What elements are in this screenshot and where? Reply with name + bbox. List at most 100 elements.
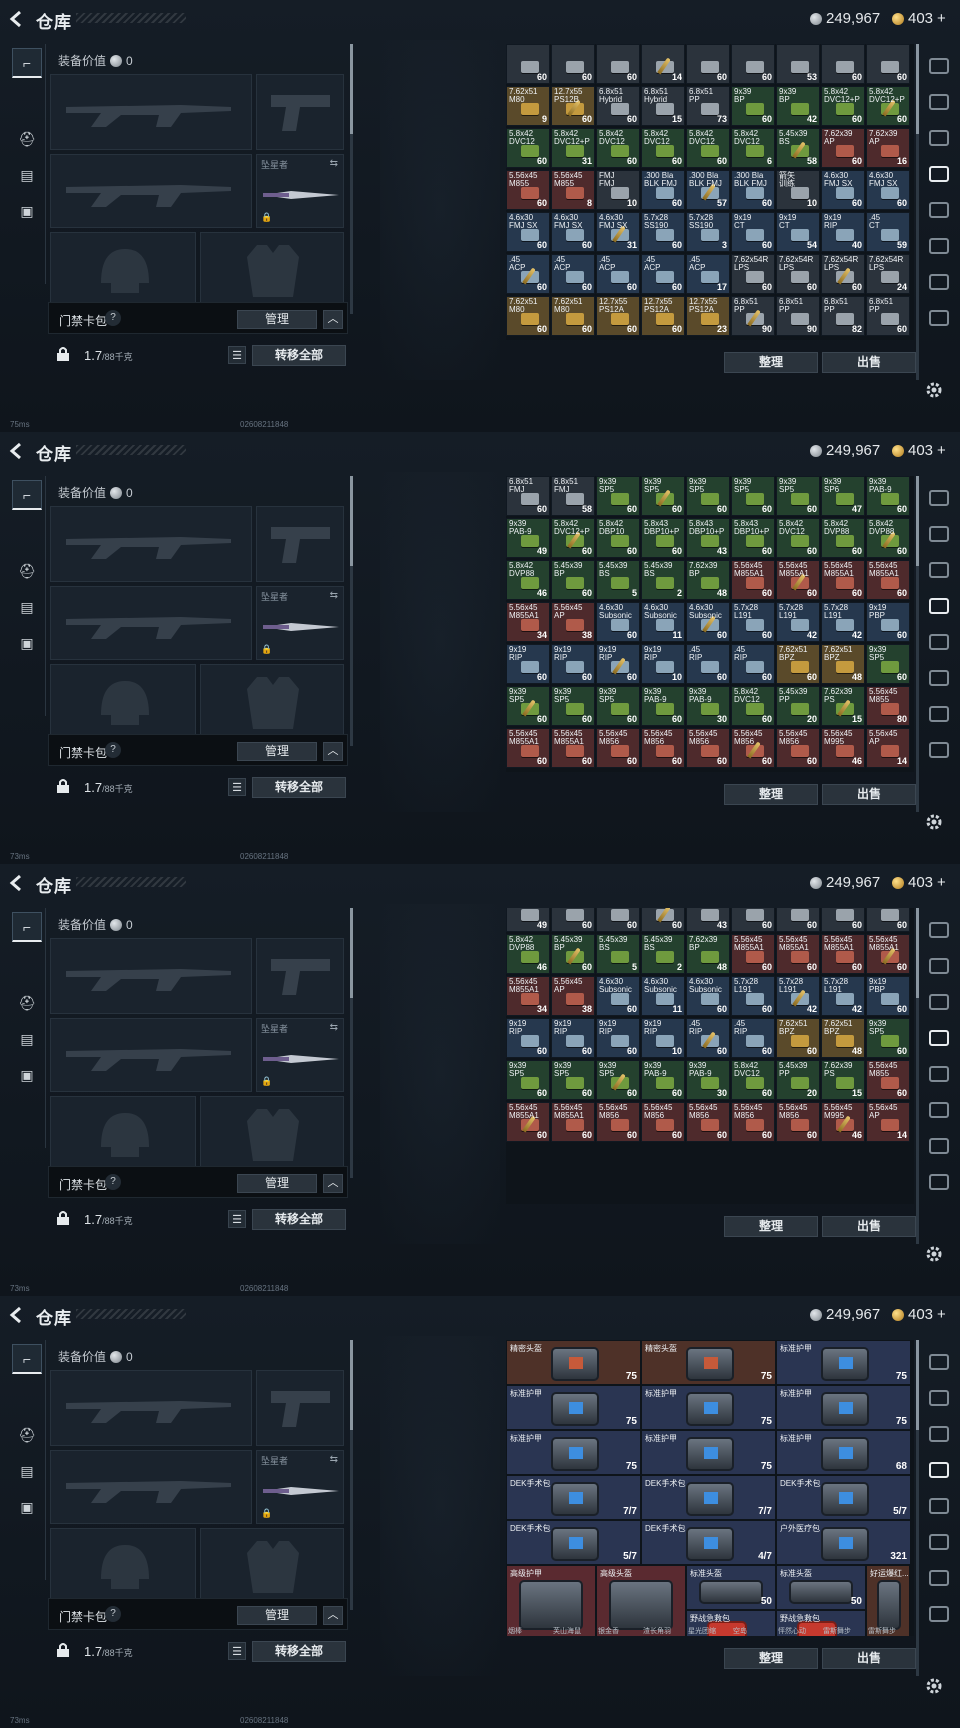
storage-scrollbar[interactable] <box>916 476 919 812</box>
ammo-item[interactable]: 5.7x28 SS190 60 <box>641 212 685 252</box>
ammo-item[interactable]: 5.45x39 BP 60 <box>551 934 595 974</box>
ammo-item[interactable]: 5.56x45 M855A1 60 <box>551 728 595 768</box>
add-gold-icon[interactable]: + <box>937 442 946 459</box>
ammo-item[interactable]: 5.56x45 M856 60 <box>776 1102 820 1142</box>
armor-slot[interactable] <box>200 664 344 738</box>
storage-3-icon[interactable] <box>924 1456 954 1484</box>
scrollbar-thumb[interactable] <box>350 44 353 134</box>
ammo-item[interactable]: 5.8x42 DVC12 60 <box>686 128 730 168</box>
ammo-item[interactable]: 5.56x45 M856 60 <box>596 728 640 768</box>
gear-item[interactable]: 精密头盔 75 <box>506 1340 641 1385</box>
ammo-item[interactable]: 5.8x42 DVP88 60 <box>821 518 865 558</box>
ammo-item[interactable]: 5.7x28 L191 60 <box>731 976 775 1016</box>
ammo-item[interactable]: 5.8x42 DVC12+P 60 <box>866 86 910 126</box>
gear-item[interactable]: 户外医疗包 321 <box>776 1520 911 1565</box>
primary-weapon-slot[interactable] <box>50 938 252 1014</box>
gear-item-large[interactable]: 标准头盔 50 <box>686 1565 776 1610</box>
ammo-item[interactable]: 4.6x30 Subsonic 11 <box>641 602 685 642</box>
ammo-item[interactable]: 5.45x39 PP 20 <box>776 1060 820 1100</box>
ammo-item[interactable]: 9x39 SP5 60 <box>596 686 640 726</box>
transfer-all-button[interactable]: 转移全部 <box>252 1641 346 1662</box>
ammo-item[interactable]: 9x39 PAB-9 30 <box>686 686 730 726</box>
add-gold-icon[interactable]: + <box>937 10 946 27</box>
sell-button[interactable]: 出售 <box>822 1648 916 1669</box>
ammo-item[interactable]: 5.45x39 PP 20 <box>776 686 820 726</box>
gear-item[interactable]: DEK手术包 7/7 <box>506 1475 641 1520</box>
ammo-item[interactable]: .300 Bla BLK FMJ 57 <box>686 170 730 210</box>
storage-6-icon[interactable] <box>924 1132 954 1160</box>
ammo-item[interactable]: 60 <box>686 44 730 84</box>
ammo-item[interactable]: 5.56x45 M856 60 <box>686 1102 730 1142</box>
sort-button[interactable]: 整理 <box>724 352 818 373</box>
storage-5-icon[interactable] <box>924 664 954 692</box>
scrollbar-thumb[interactable] <box>916 476 919 566</box>
ammo-item[interactable]: 9x39 BP 42 <box>776 86 820 126</box>
ammo-item[interactable]: 9x39 SP5 60 <box>866 1018 910 1058</box>
ammo-item[interactable]: 5.45x39 BS 5 <box>596 560 640 600</box>
gear-item[interactable]: 精密头盔 75 <box>641 1340 776 1385</box>
ammo-item[interactable]: 5.8x42 DVC12 60 <box>506 128 550 168</box>
melee-slot[interactable]: 坠星者 ⇆ 🔒 <box>256 586 344 660</box>
ammo-item[interactable]: 5.56x45 M855 8 <box>551 170 595 210</box>
storage-7-icon[interactable] <box>924 736 954 764</box>
storage-6-icon[interactable] <box>924 1564 954 1592</box>
settings-gear-icon[interactable] <box>924 380 944 400</box>
ammo-item[interactable]: 5.7x28 L191 42 <box>821 976 865 1016</box>
storage-1-icon[interactable] <box>924 88 954 116</box>
equipment-scrollbar[interactable] <box>350 908 353 1178</box>
ammo-item[interactable]: 60 <box>866 44 910 84</box>
ammo-item[interactable]: 7.62x51 BPZ 48 <box>821 644 865 684</box>
scrollbar-thumb[interactable] <box>916 908 919 998</box>
storage-3-icon[interactable] <box>924 592 954 620</box>
storage-7-icon[interactable] <box>924 304 954 332</box>
ammo-item[interactable]: 60 <box>506 44 550 84</box>
gear-item[interactable]: 标准护甲 75 <box>641 1430 776 1475</box>
gear-item-large[interactable]: 标准头盔 50 <box>776 1565 866 1610</box>
help-icon[interactable]: ? <box>105 742 121 758</box>
ammo-item[interactable]: 5.56x45 M855A1 60 <box>731 560 775 600</box>
swap-icon[interactable]: ⇆ <box>330 1454 338 1465</box>
add-gold-icon[interactable]: + <box>937 1306 946 1323</box>
armor-slot[interactable] <box>200 1528 344 1602</box>
secondary-weapon-slot[interactable] <box>50 1450 252 1524</box>
storage-2-icon[interactable] <box>924 1420 954 1448</box>
help-icon[interactable]: ? <box>105 1606 121 1622</box>
gold-currency[interactable]: 403 + <box>892 442 946 459</box>
clipboard-icon[interactable]: ▤ <box>12 160 42 190</box>
ammo-item[interactable]: 5.56x45 M855A1 60 <box>506 1102 550 1142</box>
ammo-item[interactable]: 5.8x43 DBP10+P 60 <box>641 518 685 558</box>
settings-gear-icon[interactable] <box>924 1244 944 1264</box>
ammo-item[interactable]: 4.6x30 FMJ SX 31 <box>596 212 640 252</box>
ammo-item[interactable]: 5.45x39 BP 60 <box>551 560 595 600</box>
back-arrow-icon[interactable] <box>8 442 28 460</box>
ammo-item[interactable]: 9x39 BP 60 <box>731 86 775 126</box>
archway-icon[interactable] <box>924 52 954 80</box>
ammo-item[interactable]: 9x39 SP5 60 <box>596 476 640 516</box>
ammo-item[interactable]: 7.62x51 M80 60 <box>506 296 550 336</box>
armor-slot[interactable] <box>200 232 344 306</box>
gear-item[interactable]: 标准护甲 75 <box>506 1385 641 1430</box>
briefcase-icon[interactable]: ▣ <box>12 628 42 658</box>
ammo-item[interactable]: DBP1060 <box>596 908 640 932</box>
ammo-item[interactable]: 6.8x51 PP 60 <box>866 296 910 336</box>
ammo-item[interactable]: .45 RIP 60 <box>686 1018 730 1058</box>
gear-item[interactable]: 标准护甲 75 <box>641 1385 776 1430</box>
ammo-item[interactable]: 12.7x55 PS12B 60 <box>551 86 595 126</box>
ammo-item[interactable]: DVC12+P60 <box>551 908 595 932</box>
sort-button[interactable]: 整理 <box>724 1648 818 1669</box>
ammo-item[interactable]: 9x39 PAB-9 60 <box>866 476 910 516</box>
ammo-item[interactable]: 9x39 SP6 47 <box>821 476 865 516</box>
storage-2-icon[interactable] <box>924 988 954 1016</box>
ammo-item[interactable]: 4.6x30 Subsonic 60 <box>596 602 640 642</box>
clipboard-icon[interactable]: ▤ <box>12 1456 42 1486</box>
ammo-item[interactable]: 9x39 PAB-9 60 <box>641 686 685 726</box>
ammo-item[interactable]: 5.45x39 BS 5 <box>596 934 640 974</box>
helmet-slot[interactable] <box>50 1528 196 1602</box>
ammo-item[interactable]: 9x39 SP5 60 <box>506 686 550 726</box>
storage-5-icon[interactable] <box>924 1528 954 1556</box>
storage-scrollbar[interactable] <box>916 1340 919 1676</box>
ammo-item[interactable]: 7.62x54R LPS 60 <box>776 254 820 294</box>
helmet-slot[interactable] <box>50 664 196 738</box>
briefcase-icon[interactable]: ▣ <box>12 1060 42 1090</box>
ammo-item[interactable]: 14 <box>641 44 685 84</box>
